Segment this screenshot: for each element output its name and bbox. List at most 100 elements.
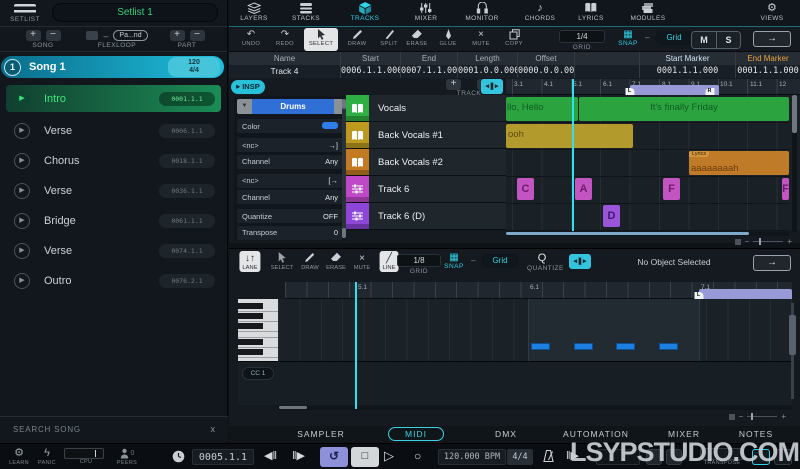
editor-snap-toggle[interactable]: ▦ SNAP [439,252,469,270]
timeline-vscrollbar[interactable] [792,95,797,232]
clip-vocals-a[interactable]: llo, Hello [506,97,578,121]
track-row-track6[interactable]: Track 6 [346,176,506,203]
section-row-verse3[interactable]: ▶ Verse 0074.1.1 [6,239,221,262]
editor-playhead[interactable] [355,282,357,409]
preset-dropdown[interactable]: ▼ Drums [237,99,343,114]
section-row-outro[interactable]: ▶ Outro 0076.2.1 [6,269,221,292]
output-channel-row[interactable]: Channel Any [237,190,343,204]
section-row-intro[interactable]: ▶ Intro 0001.1.1 [6,85,221,112]
add-song-button[interactable]: + [26,30,41,41]
play-icon[interactable]: ▶ [14,213,30,229]
nav-views[interactable]: ⚙ VIEWS [761,2,784,22]
timeline[interactable]: 3.1 4.1 5.1 6.1 7.1 8.1 9.1 10.1 11.1 12… [506,79,800,243]
mute-tool-button[interactable]: × MUTE [464,28,498,51]
track-row-track6d[interactable]: Track 6 (D) [346,203,506,230]
play-icon[interactable]: ▶ [14,183,30,199]
line-tool-button[interactable]: ╱ LINE [380,251,399,272]
cc-lane[interactable]: CC 1 [238,361,792,405]
end-value[interactable]: 0007.1.1.000 [401,65,458,78]
setlist-name[interactable]: Setlist 1 [52,3,218,22]
cc-lane-selector[interactable]: CC 1 [242,367,274,380]
end-marker-value[interactable]: 0001.1.1.000 [736,65,800,78]
nav-tracks[interactable]: TRACKS [351,2,380,22]
play-icon[interactable]: ▶ [14,273,30,289]
offset-value[interactable]: 0000.0.0.000 [518,65,575,78]
redo-button[interactable]: ↷ REDO [268,28,302,51]
position-display[interactable]: 0005.1.1 [192,449,254,465]
tab-dmx[interactable]: DMX [495,429,517,439]
midi-note[interactable] [659,343,678,350]
section-row-bridge[interactable]: ▶ Bridge 0061.1.1 [6,209,221,232]
play-icon[interactable]: ▶ [14,123,30,139]
timeline-hscrollbar[interactable] [506,232,789,236]
nav-mixer[interactable]: MIXER [415,2,438,22]
record-button[interactable]: ○ [414,449,421,463]
mute-button[interactable]: M [692,32,716,48]
draw-tool-button[interactable]: DRAW [340,28,374,51]
nav-chords[interactable]: ♪ CHORDS [525,2,556,22]
play-button[interactable]: ▷ [384,448,394,464]
undo-button[interactable]: ↶ UNDO [234,28,268,51]
nav-lyrics[interactable]: LYRICS [578,2,603,22]
midi-input-row[interactable]: <nc> →] [237,138,343,152]
remove-part-button[interactable]: − [190,30,205,41]
nav-layers[interactable]: LAYERS [240,2,268,22]
nav-modules[interactable]: MODULES [631,2,666,22]
snap-toggle[interactable]: ▦ SNAP [613,29,643,47]
quantize-row[interactable]: Quantize OFF [237,209,343,223]
follow-playhead-button[interactable]: ◂❚▸ [481,79,503,94]
section-row-verse1[interactable]: ▶ Verse 0006.1.1 [6,119,221,142]
start-value[interactable]: 0006.1.1.000 [341,65,401,78]
editor-vzoom-slider[interactable] [791,303,794,399]
clip-marker-d[interactable]: D [603,205,620,227]
play-icon[interactable]: ▶ [14,91,30,107]
quantize-button[interactable]: Q QUANTIZE [527,252,557,272]
add-part-button[interactable]: + [170,30,185,41]
chord-marker[interactable]: F [663,178,680,200]
editor-ruler[interactable]: 5.1 6.1 7.1 L [285,282,792,299]
section-row-verse2[interactable]: ▶ Verse 0036.1.1 [6,179,221,202]
grid-mode-pill[interactable]: Grid [655,31,693,45]
play-icon[interactable]: ▶ [14,153,30,169]
chord-marker[interactable]: F [782,178,789,200]
metronome-icon[interactable] [542,449,555,466]
add-track-button[interactable]: + [446,79,461,90]
color-swatch[interactable] [322,122,338,131]
midi-output-row[interactable]: <nc> [→ [237,174,343,188]
section-row-chorus[interactable]: ▶ Chorus 0018.1.1 [6,149,221,172]
track-name-value[interactable]: Track 4 [229,65,341,78]
timeline-body[interactable]: llo, Hello It's finally Friday ooh Lyric… [506,95,800,231]
flexloop-value[interactable]: Pa...nd [113,30,147,41]
editor-loop-region[interactable]: L [699,289,792,299]
editor-mute-button[interactable]: × MUTE [354,252,370,271]
editor-follow-playhead-button[interactable]: ◂❚▸ [569,254,591,269]
editor-loop-left-marker[interactable]: L [695,292,704,299]
inspector-toggle-button[interactable]: ▶ INSP [231,80,265,94]
setlist-menu-icon[interactable] [14,4,36,14]
solo-button[interactable]: S [716,32,740,48]
song-row[interactable]: 1 Song 1 120 4/4 [1,56,224,78]
start-marker-value[interactable]: 0001.1.1.000 [640,65,736,78]
midi-note[interactable] [574,343,593,350]
editor-zoom-controls[interactable]: −+ [729,412,786,421]
clip-vocals-b[interactable]: It's finally Friday [579,97,789,121]
editor-select-button[interactable]: SELECT [271,252,294,271]
clip-backvocals1[interactable]: ooh [506,124,633,148]
track-row-vocals[interactable]: Vocals [346,95,506,122]
track-row-backvocals1[interactable]: Back Vocals #1 [346,122,506,149]
panic-button[interactable]: ϟ PANIC [34,447,60,466]
loop-right-marker[interactable]: R [706,88,715,95]
clip-backvocals2[interactable]: Lyrics aaaaaaaah [689,151,789,175]
midi-note[interactable] [616,343,635,350]
glue-tool-button[interactable]: GLUE [431,28,465,51]
tab-midi[interactable]: MIDI [388,427,444,441]
grid-value-display[interactable]: 1/4 [559,30,605,43]
midi-note[interactable] [531,343,550,350]
transpose-row[interactable]: Transpose 0 [237,226,343,240]
nav-monitor[interactable]: MONITOR [465,2,498,22]
timeline-ruler[interactable]: 3.1 4.1 5.1 6.1 7.1 8.1 9.1 10.1 11.1 12… [506,79,800,95]
remove-song-button[interactable]: − [46,30,61,41]
playhead[interactable] [572,79,574,231]
search-clear-button[interactable]: x [211,424,216,434]
editor-arrow-button[interactable]: → [753,255,791,271]
